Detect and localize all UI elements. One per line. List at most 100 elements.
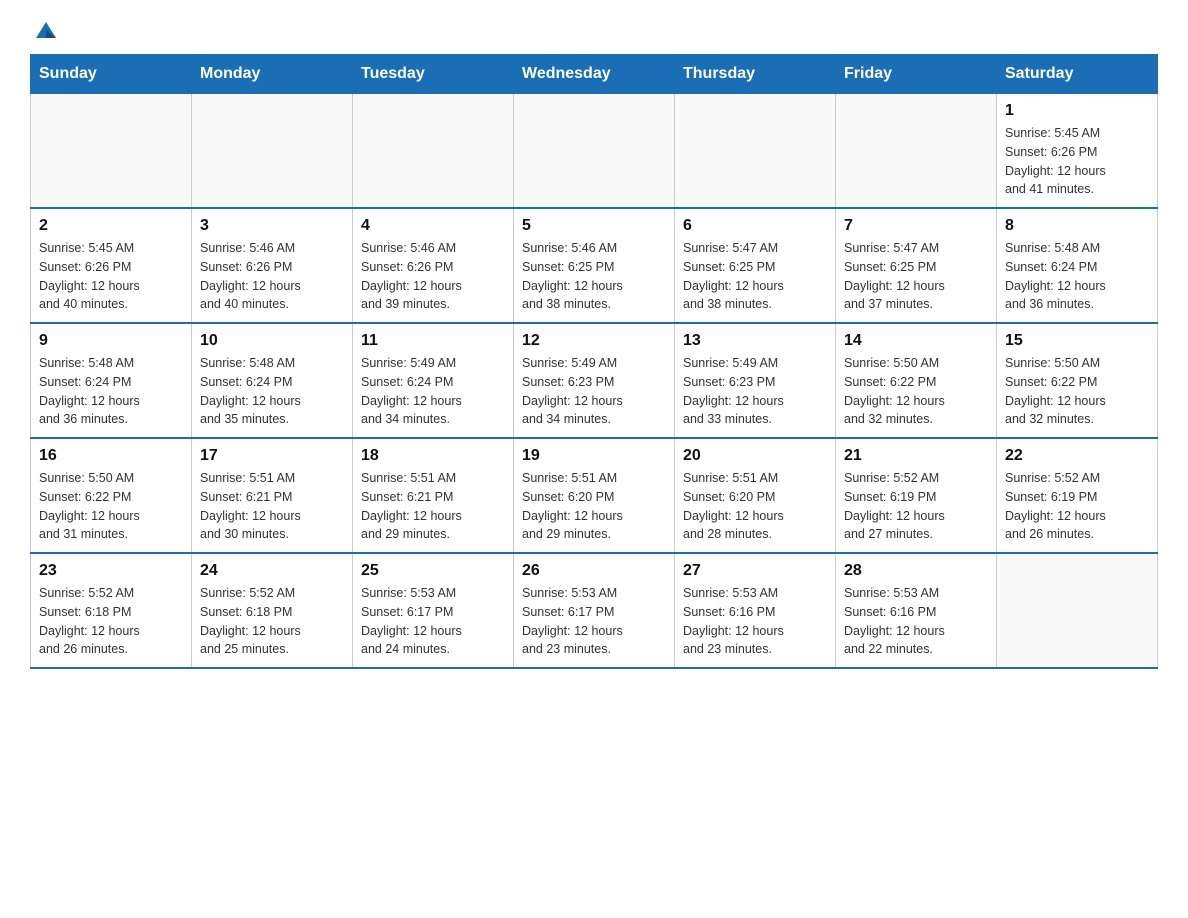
day-number: 24 [200,562,344,580]
day-info: Sunrise: 5:50 AM Sunset: 6:22 PM Dayligh… [39,469,183,544]
day-info: Sunrise: 5:53 AM Sunset: 6:17 PM Dayligh… [361,584,505,659]
calendar-day-cell: 3 Sunrise: 5:46 AM Sunset: 6:26 PM Daylig… [192,208,353,323]
calendar-day-cell: 8 Sunrise: 5:48 AM Sunset: 6:24 PM Daylig… [997,208,1158,323]
day-info: Sunrise: 5:53 AM Sunset: 6:16 PM Dayligh… [683,584,827,659]
calendar-day-cell: 23 Sunrise: 5:52 AM Sunset: 6:18 PM Dayli… [31,553,192,668]
day-info: Sunrise: 5:52 AM Sunset: 6:18 PM Dayligh… [200,584,344,659]
day-info: Sunrise: 5:52 AM Sunset: 6:19 PM Dayligh… [1005,469,1149,544]
calendar-header: SundayMondayTuesdayWednesdayThursdayFrid… [31,55,1158,94]
calendar-day-cell: 20 Sunrise: 5:51 AM Sunset: 6:20 PM Dayli… [675,438,836,553]
logo-triangle-icon [32,16,60,44]
day-info: Sunrise: 5:51 AM Sunset: 6:21 PM Dayligh… [361,469,505,544]
calendar-week-row: 2 Sunrise: 5:45 AM Sunset: 6:26 PM Daylig… [31,208,1158,323]
calendar-day-cell [514,94,675,209]
day-info: Sunrise: 5:45 AM Sunset: 6:26 PM Dayligh… [1005,124,1149,199]
day-info: Sunrise: 5:46 AM Sunset: 6:26 PM Dayligh… [361,239,505,314]
calendar-day-cell: 1 Sunrise: 5:45 AM Sunset: 6:26 PM Daylig… [997,94,1158,209]
day-info: Sunrise: 5:50 AM Sunset: 6:22 PM Dayligh… [1005,354,1149,429]
day-number: 17 [200,447,344,465]
calendar-table: SundayMondayTuesdayWednesdayThursdayFrid… [30,54,1158,669]
day-number: 13 [683,332,827,350]
day-info: Sunrise: 5:52 AM Sunset: 6:18 PM Dayligh… [39,584,183,659]
calendar-day-cell: 15 Sunrise: 5:50 AM Sunset: 6:22 PM Dayli… [997,323,1158,438]
calendar-week-row: 23 Sunrise: 5:52 AM Sunset: 6:18 PM Dayli… [31,553,1158,668]
calendar-day-cell [31,94,192,209]
day-info: Sunrise: 5:51 AM Sunset: 6:20 PM Dayligh… [683,469,827,544]
day-number: 7 [844,217,988,235]
day-number: 8 [1005,217,1149,235]
calendar-week-row: 9Sunrise: 5:48 AM Sunset: 6:24 PM Daylig… [31,323,1158,438]
day-info: Sunrise: 5:49 AM Sunset: 6:23 PM Dayligh… [522,354,666,429]
calendar-day-cell: 26 Sunrise: 5:53 AM Sunset: 6:17 PM Dayli… [514,553,675,668]
calendar-week-row: 1 Sunrise: 5:45 AM Sunset: 6:26 PM Daylig… [31,94,1158,209]
calendar-day-cell: 9Sunrise: 5:48 AM Sunset: 6:24 PM Daylig… [31,323,192,438]
day-number: 4 [361,217,505,235]
weekday-header-sunday: Sunday [31,55,192,94]
calendar-week-row: 16 Sunrise: 5:50 AM Sunset: 6:22 PM Dayli… [31,438,1158,553]
day-number: 18 [361,447,505,465]
calendar-day-cell [675,94,836,209]
calendar-day-cell: 17Sunrise: 5:51 AM Sunset: 6:21 PM Dayli… [192,438,353,553]
day-number: 6 [683,217,827,235]
day-info: Sunrise: 5:50 AM Sunset: 6:22 PM Dayligh… [844,354,988,429]
day-number: 20 [683,447,827,465]
day-number: 16 [39,447,183,465]
day-number: 26 [522,562,666,580]
day-number: 22 [1005,447,1149,465]
calendar-day-cell: 21Sunrise: 5:52 AM Sunset: 6:19 PM Dayli… [836,438,997,553]
day-info: Sunrise: 5:53 AM Sunset: 6:16 PM Dayligh… [844,584,988,659]
calendar-body: 1 Sunrise: 5:45 AM Sunset: 6:26 PM Daylig… [31,94,1158,669]
day-info: Sunrise: 5:45 AM Sunset: 6:26 PM Dayligh… [39,239,183,314]
day-number: 5 [522,217,666,235]
calendar-day-cell: 22 Sunrise: 5:52 AM Sunset: 6:19 PM Dayli… [997,438,1158,553]
calendar-day-cell: 10Sunrise: 5:48 AM Sunset: 6:24 PM Dayli… [192,323,353,438]
calendar-day-cell: 18 Sunrise: 5:51 AM Sunset: 6:21 PM Dayli… [353,438,514,553]
day-info: Sunrise: 5:48 AM Sunset: 6:24 PM Dayligh… [1005,239,1149,314]
calendar-day-cell: 28 Sunrise: 5:53 AM Sunset: 6:16 PM Dayli… [836,553,997,668]
day-number: 15 [1005,332,1149,350]
calendar-day-cell: 6 Sunrise: 5:47 AM Sunset: 6:25 PM Daylig… [675,208,836,323]
day-number: 27 [683,562,827,580]
day-info: Sunrise: 5:47 AM Sunset: 6:25 PM Dayligh… [683,239,827,314]
calendar-day-cell: 25 Sunrise: 5:53 AM Sunset: 6:17 PM Dayli… [353,553,514,668]
calendar-day-cell: 12 Sunrise: 5:49 AM Sunset: 6:23 PM Dayli… [514,323,675,438]
weekday-header-tuesday: Tuesday [353,55,514,94]
weekday-header-wednesday: Wednesday [514,55,675,94]
calendar-day-cell: 24 Sunrise: 5:52 AM Sunset: 6:18 PM Dayli… [192,553,353,668]
day-number: 25 [361,562,505,580]
day-number: 28 [844,562,988,580]
day-info: Sunrise: 5:52 AM Sunset: 6:19 PM Dayligh… [844,469,988,544]
calendar-day-cell: 14 Sunrise: 5:50 AM Sunset: 6:22 PM Dayli… [836,323,997,438]
calendar-day-cell: 11Sunrise: 5:49 AM Sunset: 6:24 PM Dayli… [353,323,514,438]
calendar-day-cell: 19 Sunrise: 5:51 AM Sunset: 6:20 PM Dayli… [514,438,675,553]
day-number: 1 [1005,102,1149,120]
day-number: 12 [522,332,666,350]
day-number: 3 [200,217,344,235]
calendar-day-cell [192,94,353,209]
day-info: Sunrise: 5:48 AM Sunset: 6:24 PM Dayligh… [39,354,183,429]
day-info: Sunrise: 5:46 AM Sunset: 6:25 PM Dayligh… [522,239,666,314]
day-info: Sunrise: 5:49 AM Sunset: 6:24 PM Dayligh… [361,354,505,429]
calendar-day-cell [353,94,514,209]
page-header [30,20,1158,44]
day-info: Sunrise: 5:53 AM Sunset: 6:17 PM Dayligh… [522,584,666,659]
weekday-header-friday: Friday [836,55,997,94]
day-info: Sunrise: 5:51 AM Sunset: 6:20 PM Dayligh… [522,469,666,544]
calendar-day-cell [836,94,997,209]
calendar-day-cell: 2 Sunrise: 5:45 AM Sunset: 6:26 PM Daylig… [31,208,192,323]
day-number: 19 [522,447,666,465]
weekday-header-monday: Monday [192,55,353,94]
day-number: 2 [39,217,183,235]
calendar-day-cell: 27 Sunrise: 5:53 AM Sunset: 6:16 PM Dayli… [675,553,836,668]
calendar-day-cell: 4 Sunrise: 5:46 AM Sunset: 6:26 PM Daylig… [353,208,514,323]
calendar-day-cell: 13Sunrise: 5:49 AM Sunset: 6:23 PM Dayli… [675,323,836,438]
day-number: 23 [39,562,183,580]
weekday-header-thursday: Thursday [675,55,836,94]
weekday-header-row: SundayMondayTuesdayWednesdayThursdayFrid… [31,55,1158,94]
calendar-day-cell [997,553,1158,668]
day-info: Sunrise: 5:46 AM Sunset: 6:26 PM Dayligh… [200,239,344,314]
day-number: 14 [844,332,988,350]
logo [30,20,60,44]
calendar-day-cell: 5 Sunrise: 5:46 AM Sunset: 6:25 PM Daylig… [514,208,675,323]
day-info: Sunrise: 5:48 AM Sunset: 6:24 PM Dayligh… [200,354,344,429]
